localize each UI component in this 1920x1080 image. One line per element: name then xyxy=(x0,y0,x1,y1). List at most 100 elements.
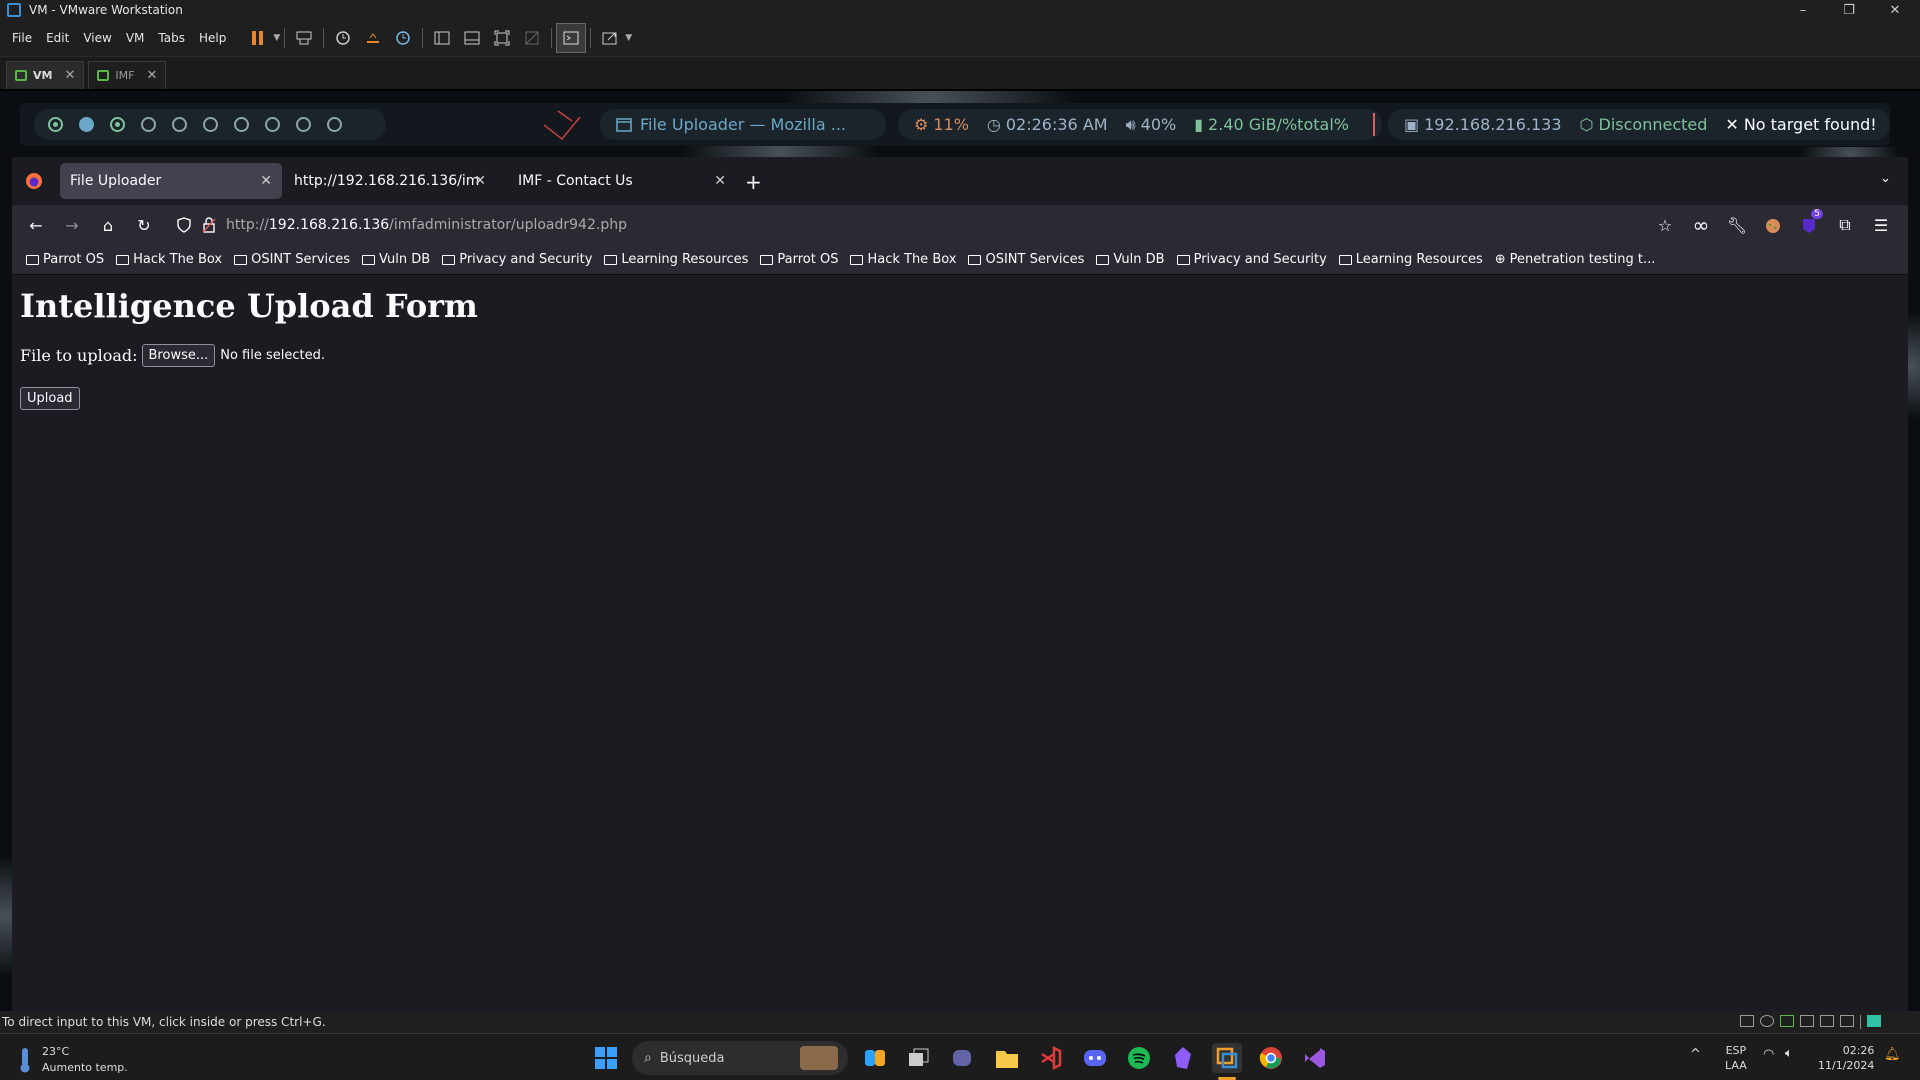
cdrom-icon[interactable] xyxy=(1760,1015,1774,1027)
menu-file[interactable]: File xyxy=(0,31,39,45)
speaker-icon[interactable]: 🔈︎ xyxy=(1785,1046,1793,1061)
sound-icon[interactable] xyxy=(1820,1015,1834,1027)
shield-icon[interactable] xyxy=(176,217,192,233)
teams-chat-icon[interactable] xyxy=(948,1043,978,1073)
visual-studio-icon[interactable] xyxy=(1300,1043,1330,1073)
volume-stat[interactable]: 🔊︎ 40% xyxy=(1126,115,1177,135)
menu-help[interactable]: Help xyxy=(192,31,233,45)
close-tab-icon[interactable]: ✕ xyxy=(474,173,486,189)
insecure-lock-icon[interactable] xyxy=(202,217,216,233)
tab-imfadmin[interactable]: http://192.168.216.136/imfadr ✕ xyxy=(284,163,496,199)
browse-button[interactable]: Browse... xyxy=(141,344,216,367)
hdd-icon[interactable] xyxy=(1740,1015,1754,1027)
thumbnail-bar-icon[interactable] xyxy=(457,23,487,53)
show-hidden-icons-icon[interactable]: ^ xyxy=(1690,1047,1701,1062)
spotify-icon[interactable] xyxy=(1124,1043,1154,1073)
close-tab-icon[interactable]: ✕ xyxy=(64,68,75,83)
console-view-icon[interactable] xyxy=(556,23,587,53)
url-bar[interactable]: http://192.168.216.136/imfadministrator/… xyxy=(172,209,1642,241)
bookmark-folder[interactable]: Hack The Box xyxy=(116,252,222,267)
list-tabs-icon[interactable]: ⌄ xyxy=(1880,171,1891,186)
bookmark-folder[interactable]: OSINT Services xyxy=(234,252,350,267)
workspace-9[interactable] xyxy=(296,117,311,132)
task-view-icon[interactable] xyxy=(904,1043,934,1073)
workspace-6[interactable] xyxy=(203,117,218,132)
visual-studio-code-icon[interactable] xyxy=(1036,1043,1066,1073)
workspace-4[interactable] xyxy=(141,117,156,132)
message-icon[interactable] xyxy=(1867,1015,1881,1027)
vm-tab-imf[interactable]: IMF ✕ xyxy=(88,61,167,89)
forward-icon[interactable]: → xyxy=(54,207,90,243)
taskbar-search[interactable]: ⌕ Búsqueda xyxy=(632,1041,848,1075)
bookmark-link[interactable]: ⊕ Penetration testing t... xyxy=(1495,252,1656,267)
workspace-7[interactable] xyxy=(234,117,249,132)
wifi-icon[interactable]: ◠ xyxy=(1763,1047,1774,1062)
unity-icon[interactable] xyxy=(517,23,547,53)
snapshot-manager-icon[interactable] xyxy=(388,23,418,53)
close-tab-icon[interactable]: ✕ xyxy=(146,68,157,83)
language-indicator[interactable]: ESP LAA xyxy=(1725,1043,1747,1073)
new-tab-icon[interactable]: + xyxy=(745,170,762,194)
back-icon[interactable]: ← xyxy=(18,207,54,243)
foxyproxy-icon[interactable]: ∞ xyxy=(1683,207,1719,243)
bookmark-star-icon[interactable]: ☆ xyxy=(1647,207,1683,243)
copilot-icon[interactable] xyxy=(860,1043,890,1073)
vmware-taskbar-icon[interactable] xyxy=(1212,1043,1242,1073)
bookmark-folder[interactable]: Parrot OS xyxy=(26,252,104,267)
clock[interactable]: 02:26 11/1/2024 xyxy=(1818,1043,1874,1073)
workspace-10[interactable] xyxy=(327,117,342,132)
fullscreen-icon[interactable] xyxy=(487,23,517,53)
file-explorer-icon[interactable] xyxy=(992,1043,1022,1073)
revert-snapshot-icon[interactable] xyxy=(358,23,388,53)
vm-tab-vm[interactable]: VM ✕ xyxy=(6,61,85,89)
bookmark-folder[interactable]: Hack The Box xyxy=(850,252,956,267)
pause-dropdown-icon[interactable]: ▼ xyxy=(273,33,280,43)
menu-vm[interactable]: VM xyxy=(119,31,152,45)
stretch-icon[interactable] xyxy=(595,23,625,53)
wrench-icon[interactable]: 🔧︎ xyxy=(1719,207,1755,243)
bookmark-folder[interactable]: Vuln DB xyxy=(362,252,430,267)
workspace-8[interactable] xyxy=(265,117,280,132)
minimize-button[interactable]: – xyxy=(1780,0,1826,20)
network-adapter-icon[interactable] xyxy=(1780,1015,1794,1027)
upload-button[interactable]: Upload xyxy=(20,387,80,410)
display-icon[interactable] xyxy=(1840,1015,1854,1027)
discord-icon[interactable] xyxy=(1080,1043,1110,1073)
close-tab-icon[interactable]: ✕ xyxy=(260,173,272,189)
printer-icon[interactable] xyxy=(1800,1015,1814,1027)
workspace-3[interactable] xyxy=(110,117,125,132)
obsidian-icon[interactable] xyxy=(1168,1043,1198,1073)
snapshot-icon[interactable] xyxy=(328,23,358,53)
extensions-puzzle-icon[interactable]: ⧉ xyxy=(1827,207,1863,243)
tab-file-uploader[interactable]: File Uploader ✕ xyxy=(60,163,282,199)
menu-tabs[interactable]: Tabs xyxy=(151,31,192,45)
tab-contact-us[interactable]: IMF - Contact Us ✕ xyxy=(508,163,736,199)
sidebar-toggle-icon[interactable] xyxy=(427,23,457,53)
close-tab-icon[interactable]: ✕ xyxy=(714,173,726,189)
cookie-editor-icon[interactable] xyxy=(1755,207,1791,243)
workspace-2[interactable] xyxy=(79,117,94,132)
extension-badge-icon[interactable]: 5 xyxy=(1791,207,1827,243)
bookmark-folder[interactable]: Privacy and Security xyxy=(442,252,592,267)
bookmark-folder[interactable]: OSINT Services xyxy=(968,252,1084,267)
weather-widget[interactable]: 23°C Aumento temp. xyxy=(18,1044,128,1076)
notification-bell-icon[interactable]: 🔔︎ xyxy=(1884,1047,1901,1062)
menu-edit[interactable]: Edit xyxy=(39,31,76,45)
menu-view[interactable]: View xyxy=(76,31,118,45)
workspace-5[interactable] xyxy=(172,117,187,132)
chrome-icon[interactable] xyxy=(1256,1043,1286,1073)
bookmark-folder[interactable]: Privacy and Security xyxy=(1176,252,1327,267)
close-button[interactable]: ✕ xyxy=(1872,0,1918,20)
bookmark-folder[interactable]: Learning Resources xyxy=(1338,252,1483,267)
start-windows-icon[interactable] xyxy=(591,1043,621,1073)
reload-icon[interactable]: ↻ xyxy=(126,207,162,243)
hamburger-menu-icon[interactable]: ☰ xyxy=(1863,207,1899,243)
pause-icon[interactable] xyxy=(243,23,273,53)
home-icon[interactable]: ⌂ xyxy=(90,207,126,243)
bookmark-folder[interactable]: Parrot OS xyxy=(760,252,838,267)
stretch-dropdown-icon[interactable]: ▼ xyxy=(625,33,632,43)
send-keys-icon[interactable] xyxy=(289,23,319,53)
workspace-1[interactable] xyxy=(48,117,63,132)
bookmark-folder[interactable]: Vuln DB xyxy=(1096,252,1165,267)
restore-button[interactable]: ❐ xyxy=(1826,0,1872,20)
